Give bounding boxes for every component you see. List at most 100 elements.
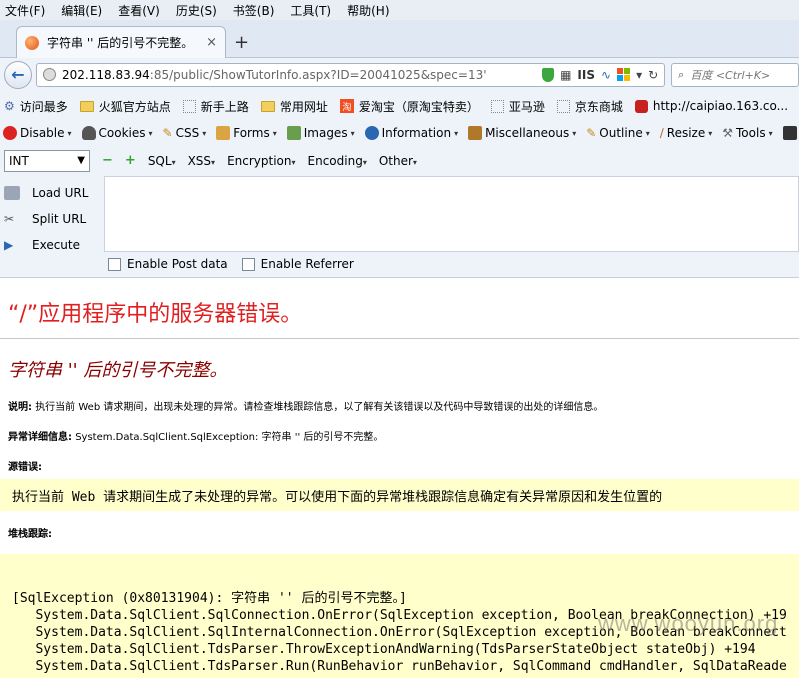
menu-view[interactable]: 查看(V) xyxy=(118,2,160,19)
chevron-down-icon: ▾ xyxy=(572,128,577,138)
hackbar-options: Enable Post data Enable Referrer xyxy=(108,257,354,271)
lottery-icon xyxy=(634,99,648,113)
increase-button[interactable]: + xyxy=(125,153,136,168)
url-path: :85/public/ShowTutorInfo.aspx?ID=2004102… xyxy=(149,67,487,82)
bookmark-common-sites[interactable]: 常用网址 xyxy=(260,98,328,115)
reload-icon[interactable]: ↻ xyxy=(648,68,658,82)
bookmark-label: 新手上路 xyxy=(200,99,249,114)
bookmark-jd[interactable]: 京东商城 xyxy=(556,98,623,115)
split-url-button[interactable]: ✂ Split URL xyxy=(4,206,100,232)
hackbar-url-textarea[interactable] xyxy=(104,176,799,252)
menu-encoding[interactable]: Encoding▾ xyxy=(308,154,367,168)
cookie-icon xyxy=(81,126,96,140)
description-label: 说明: xyxy=(8,402,32,413)
shield-icon[interactable] xyxy=(542,67,555,82)
type-select[interactable]: INT ▼ xyxy=(4,149,90,172)
action-label: Execute xyxy=(32,238,80,252)
bookmark-getting-started[interactable]: 新手上路 xyxy=(182,98,249,115)
menu-label: Encoding xyxy=(307,153,363,168)
wd-miscellaneous[interactable]: Miscellaneous ▾ xyxy=(468,126,576,140)
chevron-down-icon: ▾ xyxy=(148,128,153,138)
dropdown-icon[interactable]: ▾ xyxy=(636,68,642,82)
qr-code-icon[interactable]: ▦ xyxy=(560,68,571,82)
navigation-bar: ← 202.118.83.94:85/public/ShowTutorInfo.… xyxy=(0,58,799,91)
load-url-button[interactable]: Load URL xyxy=(4,180,100,206)
bookmark-caipiao[interactable]: http://caipiao.163.co... xyxy=(634,99,788,113)
chevron-down-icon: ▾ xyxy=(211,157,216,167)
menu-other[interactable]: Other▾ xyxy=(379,154,417,168)
enable-referrer-checkbox[interactable]: Enable Referrer xyxy=(241,257,354,271)
stack-line: [SqlException (0x80131904): 字符串 '' 后的引号不… xyxy=(12,591,407,606)
error-title: “/”应用程序中的服务器错误。 xyxy=(8,302,303,327)
wd-label: CSS xyxy=(175,126,200,140)
menu-sql[interactable]: SQL▾ xyxy=(148,154,176,168)
wd-view-source[interactable] xyxy=(782,126,797,140)
execute-button[interactable]: ▶ Execute xyxy=(4,232,100,258)
wd-information[interactable]: Information ▾ xyxy=(364,126,458,140)
menu-encryption[interactable]: Encryption▾ xyxy=(227,154,295,168)
hackbar-panel: Load URL ✂ Split URL ▶ Execute Enable Po… xyxy=(0,176,799,278)
chevron-down-icon: ▾ xyxy=(412,157,417,167)
wrench-icon: ⚒ xyxy=(722,126,734,140)
type-select-value: INT xyxy=(9,153,29,168)
menu-help[interactable]: 帮助(H) xyxy=(347,2,389,19)
bookmark-taobao[interactable]: 淘 爱淘宝（原淘宝特卖） xyxy=(339,98,479,115)
exception-details-label: 异常详细信息: xyxy=(8,432,72,443)
menu-history[interactable]: 历史(S) xyxy=(176,2,217,19)
taobao-icon: 淘 xyxy=(339,99,354,113)
chevron-down-icon: ▾ xyxy=(202,128,207,138)
bookmark-most-visited[interactable]: ⚙ 访问最多 xyxy=(4,98,68,115)
checkbox-label: Enable Referrer xyxy=(260,257,354,271)
decrease-button[interactable]: − xyxy=(102,153,113,168)
chevron-down-icon: ▾ xyxy=(272,128,277,138)
wd-outline[interactable]: ✎ Outline ▾ xyxy=(586,126,650,140)
menu-edit[interactable]: 编辑(E) xyxy=(61,2,102,19)
menu-label: XSS xyxy=(187,153,212,168)
bookmark-firefox-site[interactable]: 火狐官方站点 xyxy=(79,98,171,115)
hackbar-actions: Load URL ✂ Split URL ▶ Execute xyxy=(4,180,100,258)
wd-label: Resize xyxy=(666,126,706,140)
back-button[interactable]: ← xyxy=(4,60,32,89)
gear-icon: ⚙ xyxy=(4,99,15,113)
scissors-icon: ✂ xyxy=(4,212,15,226)
enable-post-data-checkbox[interactable]: Enable Post data xyxy=(108,257,228,271)
source-error-text: 执行当前 Web 请求期间生成了未处理的异常。可以使用下面的异常堆栈跟踪信息确定… xyxy=(12,489,663,505)
search-input[interactable]: ⌕ 百度 <Ctrl+K> xyxy=(671,62,799,87)
wd-label: Cookies xyxy=(98,126,146,140)
wd-disable[interactable]: Disable ▾ xyxy=(3,126,72,140)
wd-label: Information xyxy=(381,126,452,140)
menu-xss[interactable]: XSS▾ xyxy=(188,154,215,168)
play-icon: ▶ xyxy=(4,238,14,252)
menu-file[interactable]: 文件(F) xyxy=(5,2,45,19)
wd-css[interactable]: ✎ CSS ▾ xyxy=(163,126,207,140)
close-icon[interactable]: × xyxy=(206,35,217,50)
tab-active[interactable]: 字符串 '' 后的引号不完整。 × xyxy=(16,26,226,58)
dotted-page-icon xyxy=(490,99,504,113)
bookmark-label: 爱淘宝（原淘宝特卖） xyxy=(358,99,479,114)
watermark: www.wooyun.org xyxy=(598,611,779,636)
url-text[interactable]: 202.118.83.94:85/public/ShowTutorInfo.as… xyxy=(62,68,536,82)
new-tab-button[interactable]: + xyxy=(234,32,249,53)
bookmark-amazon[interactable]: 亚马逊 xyxy=(490,98,545,115)
description-line: 说明: 执行当前 Web 请求期间，出现未处理的异常。请检查堆栈跟踪信息，以了解… xyxy=(8,398,603,413)
url-bar[interactable]: 202.118.83.94:85/public/ShowTutorInfo.as… xyxy=(36,62,666,87)
description-text: 执行当前 Web 请求期间，出现未处理的异常。请检查堆栈跟踪信息，以了解有关该错… xyxy=(35,402,604,413)
menu-label: Other xyxy=(378,153,413,168)
wd-label: Miscellaneous xyxy=(485,126,570,140)
iis-icon: IIS xyxy=(577,67,595,82)
bookmark-label: 访问最多 xyxy=(19,99,68,114)
misc-icon xyxy=(468,126,483,140)
menu-bookmarks[interactable]: 书签(B) xyxy=(233,2,275,19)
tab-strip: 字符串 '' 后的引号不完整。 × + xyxy=(0,20,799,58)
wd-resize[interactable]: ∕ Resize ▾ xyxy=(660,126,713,140)
search-icon: ⌕ xyxy=(678,67,685,81)
chevron-down-icon: ▾ xyxy=(350,128,355,138)
wd-tools[interactable]: ⚒ Tools ▾ xyxy=(722,126,772,140)
checkbox-box[interactable] xyxy=(241,257,255,271)
wd-cookies[interactable]: Cookies ▾ xyxy=(81,126,153,140)
checkbox-box[interactable] xyxy=(108,257,121,271)
wd-images[interactable]: Images ▾ xyxy=(286,126,355,140)
stack-line: System.Data.SqlClient.TdsParser.ThrowExc… xyxy=(12,642,756,657)
wd-forms[interactable]: Forms ▾ xyxy=(216,126,277,140)
menu-tools[interactable]: 工具(T) xyxy=(290,2,331,19)
